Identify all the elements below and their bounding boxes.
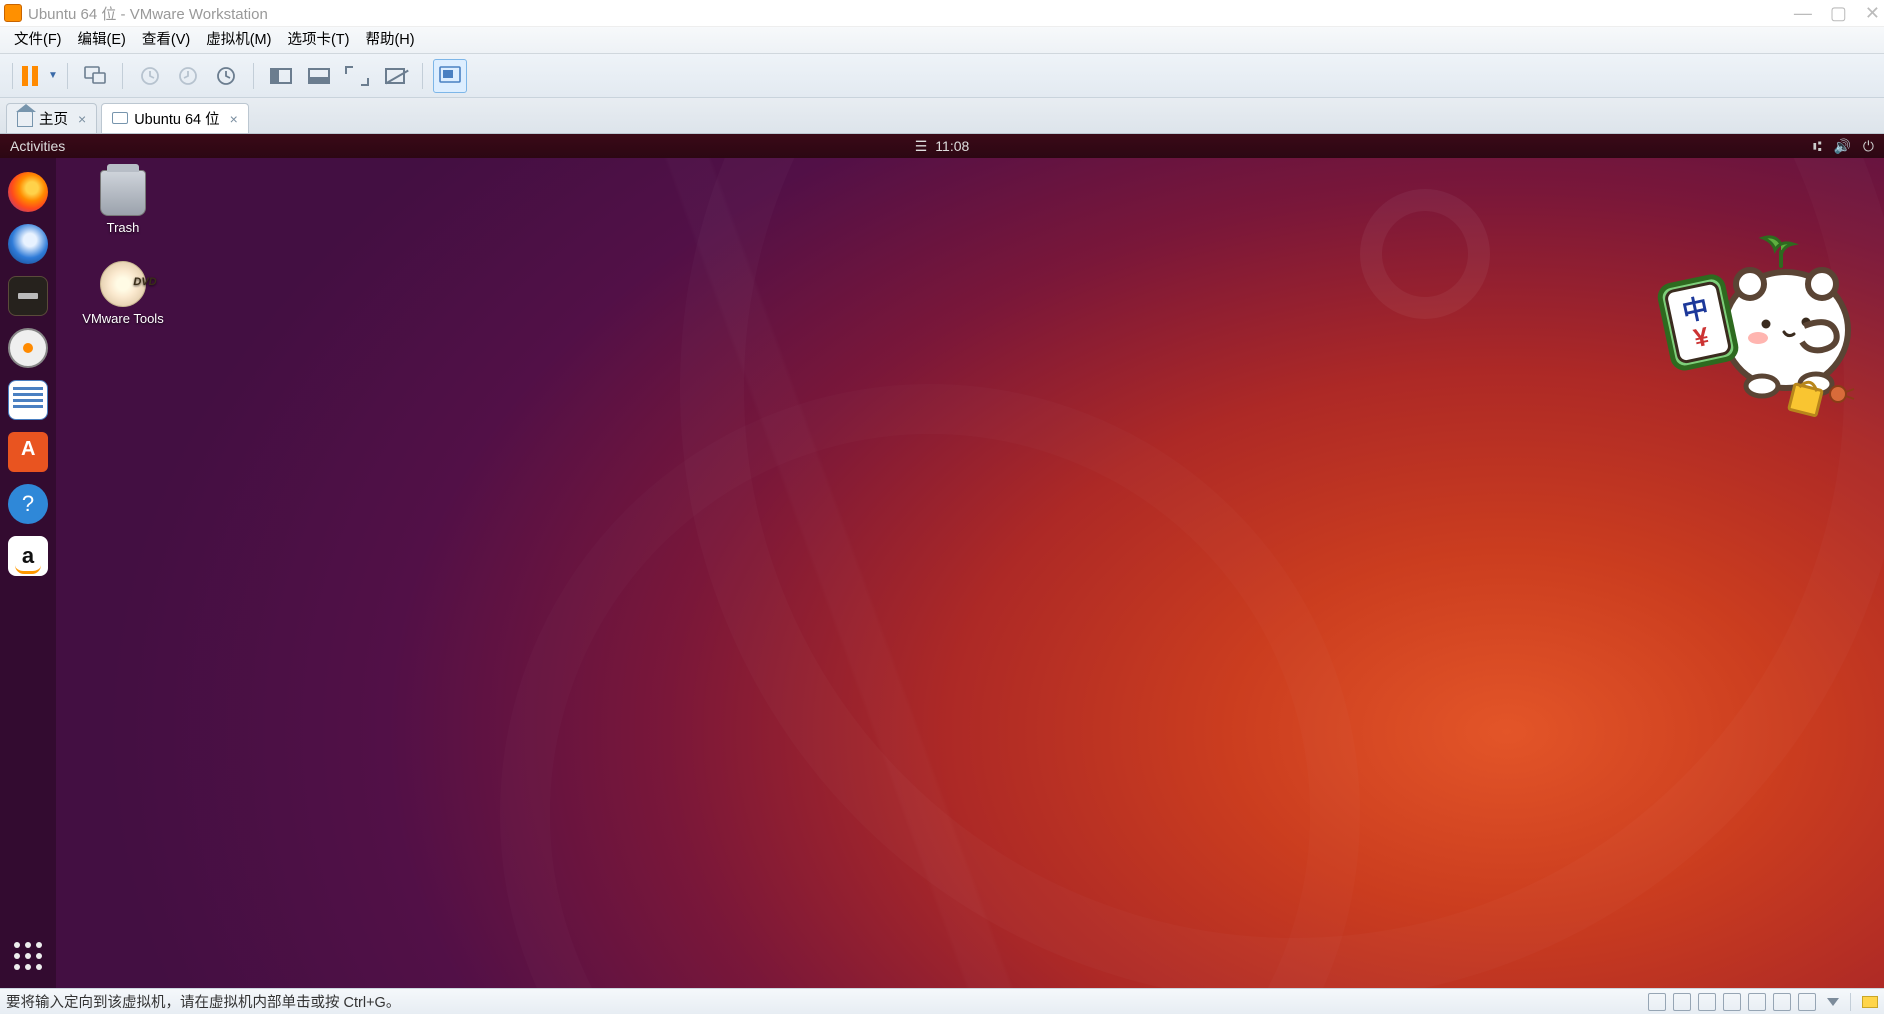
dock-firefox[interactable] — [8, 172, 48, 212]
pause-vm-button[interactable]: ▼ — [23, 59, 57, 93]
window-titlebar: Ubuntu 64 位 - VMware Workstation — ▢ ✕ — [0, 0, 1884, 26]
unity-button[interactable] — [433, 59, 467, 93]
fullscreen-button[interactable] — [378, 59, 412, 93]
vmware-tab-row: 主页 × Ubuntu 64 位 × — [0, 98, 1884, 134]
window-close-button[interactable]: ✕ — [1865, 4, 1880, 22]
fullscreen-off-icon — [385, 68, 405, 84]
clock-icon — [139, 65, 161, 87]
monitor-icon — [112, 112, 128, 124]
tab-vm-ubuntu[interactable]: Ubuntu 64 位 × — [101, 103, 249, 133]
home-icon — [17, 111, 33, 127]
sound-tray-icon[interactable] — [1748, 993, 1766, 1011]
menu-help[interactable]: 帮助(H) — [357, 26, 422, 54]
dock-libreoffice-writer[interactable] — [8, 380, 48, 420]
tab-home-close[interactable]: × — [78, 111, 86, 127]
dock-external-drive[interactable] — [8, 328, 48, 368]
trash-icon — [100, 170, 146, 216]
printer-tray-icon[interactable] — [1723, 993, 1741, 1011]
gnome-top-bar: Activities ☰ 11:08 ⑆ 🔊 ⏻ — [0, 134, 1884, 158]
ubuntu-dock: ? a — [0, 158, 56, 988]
menu-icon: ☰ — [915, 138, 928, 155]
device-tray — [1648, 993, 1878, 1011]
menu-vm[interactable]: 虚拟机(M) — [198, 26, 279, 54]
desktop-vmtools-label: VMware Tools — [80, 311, 166, 326]
vmware-menubar: 文件(F) 编辑(E) 查看(V) 虚拟机(M) 选项卡(T) 帮助(H) — [0, 26, 1884, 54]
desktop-trash-label: Trash — [80, 220, 166, 235]
message-log-icon[interactable] — [1862, 996, 1878, 1008]
volume-icon[interactable]: 🔊 — [1833, 138, 1850, 155]
dock-help[interactable]: ? — [8, 484, 48, 524]
tab-vm-close[interactable]: × — [230, 111, 238, 127]
chevron-down-icon[interactable]: ▼ — [48, 70, 58, 81]
revert-snapshot-button[interactable] — [171, 59, 205, 93]
side-panel-icon — [270, 68, 292, 84]
clock-back-icon — [177, 65, 199, 87]
dock-files[interactable] — [8, 276, 48, 316]
cd-tray-icon[interactable] — [1673, 993, 1691, 1011]
usb-tray-icon[interactable] — [1773, 993, 1791, 1011]
network-icon[interactable]: ⑆ — [1813, 138, 1821, 154]
tab-home[interactable]: 主页 × — [6, 103, 97, 133]
show-console-button[interactable] — [264, 59, 298, 93]
show-applications-button[interactable] — [8, 936, 48, 976]
devices-icon — [83, 65, 107, 87]
tray-separator — [1850, 993, 1851, 1011]
tab-vm-label: Ubuntu 64 位 — [134, 108, 219, 129]
hard-disk-tray-icon[interactable] — [1648, 993, 1666, 1011]
bottom-panel-icon — [308, 68, 330, 84]
desktop-vmware-tools-icon[interactable]: VMware Tools — [80, 261, 166, 326]
menu-file[interactable]: 文件(F) — [6, 26, 70, 54]
clock-time: 11:08 — [935, 138, 969, 154]
vmware-toolbar: ▼ — [0, 54, 1884, 98]
dock-ubuntu-software[interactable] — [8, 432, 48, 472]
show-thumbnail-button[interactable] — [302, 59, 336, 93]
window-minimize-button[interactable]: — — [1794, 4, 1812, 22]
vmware-app-icon — [4, 4, 22, 22]
menu-tabs[interactable]: 选项卡(T) — [279, 26, 357, 54]
network-tray-icon[interactable] — [1698, 993, 1716, 1011]
tab-home-label: 主页 — [39, 108, 68, 129]
dvd-icon — [100, 261, 146, 307]
power-icon[interactable]: ⏻ — [1863, 138, 1874, 155]
send-ctrl-alt-del-button[interactable] — [78, 59, 112, 93]
wallpaper-decoration — [0, 134, 1884, 988]
dock-amazon[interactable]: a — [8, 536, 48, 576]
mascot-sticker: 中 ¥ — [1646, 234, 1866, 424]
activities-button[interactable]: Activities — [10, 138, 65, 154]
tray-overflow-icon[interactable] — [1827, 998, 1839, 1006]
desktop-icons-area: Trash VMware Tools — [80, 170, 166, 352]
unity-icon — [439, 66, 461, 86]
guest-desktop[interactable]: Activities ☰ 11:08 ⑆ 🔊 ⏻ ? a Trash — [0, 134, 1884, 988]
stretch-button[interactable] — [340, 59, 374, 93]
snapshot-manager-button[interactable] — [209, 59, 243, 93]
snapshot-button[interactable] — [133, 59, 167, 93]
window-maximize-button[interactable]: ▢ — [1830, 4, 1847, 22]
display-tray-icon[interactable] — [1798, 993, 1816, 1011]
dock-thunderbird[interactable] — [8, 224, 48, 264]
vmware-status-bar: 要将输入定向到该虚拟机，请在虚拟机内部单击或按 Ctrl+G。 — [0, 988, 1884, 1014]
desktop-trash-icon[interactable]: Trash — [80, 170, 166, 235]
pause-icon — [22, 66, 38, 86]
stretch-icon — [347, 68, 367, 84]
gnome-clock[interactable]: ☰ 11:08 — [915, 138, 970, 155]
status-message: 要将输入定向到该虚拟机，请在虚拟机内部单击或按 Ctrl+G。 — [6, 991, 1648, 1012]
clock-gear-icon — [215, 65, 237, 87]
menu-view[interactable]: 查看(V) — [134, 26, 198, 54]
window-title: Ubuntu 64 位 - VMware Workstation — [28, 3, 268, 24]
menu-edit[interactable]: 编辑(E) — [70, 26, 134, 54]
